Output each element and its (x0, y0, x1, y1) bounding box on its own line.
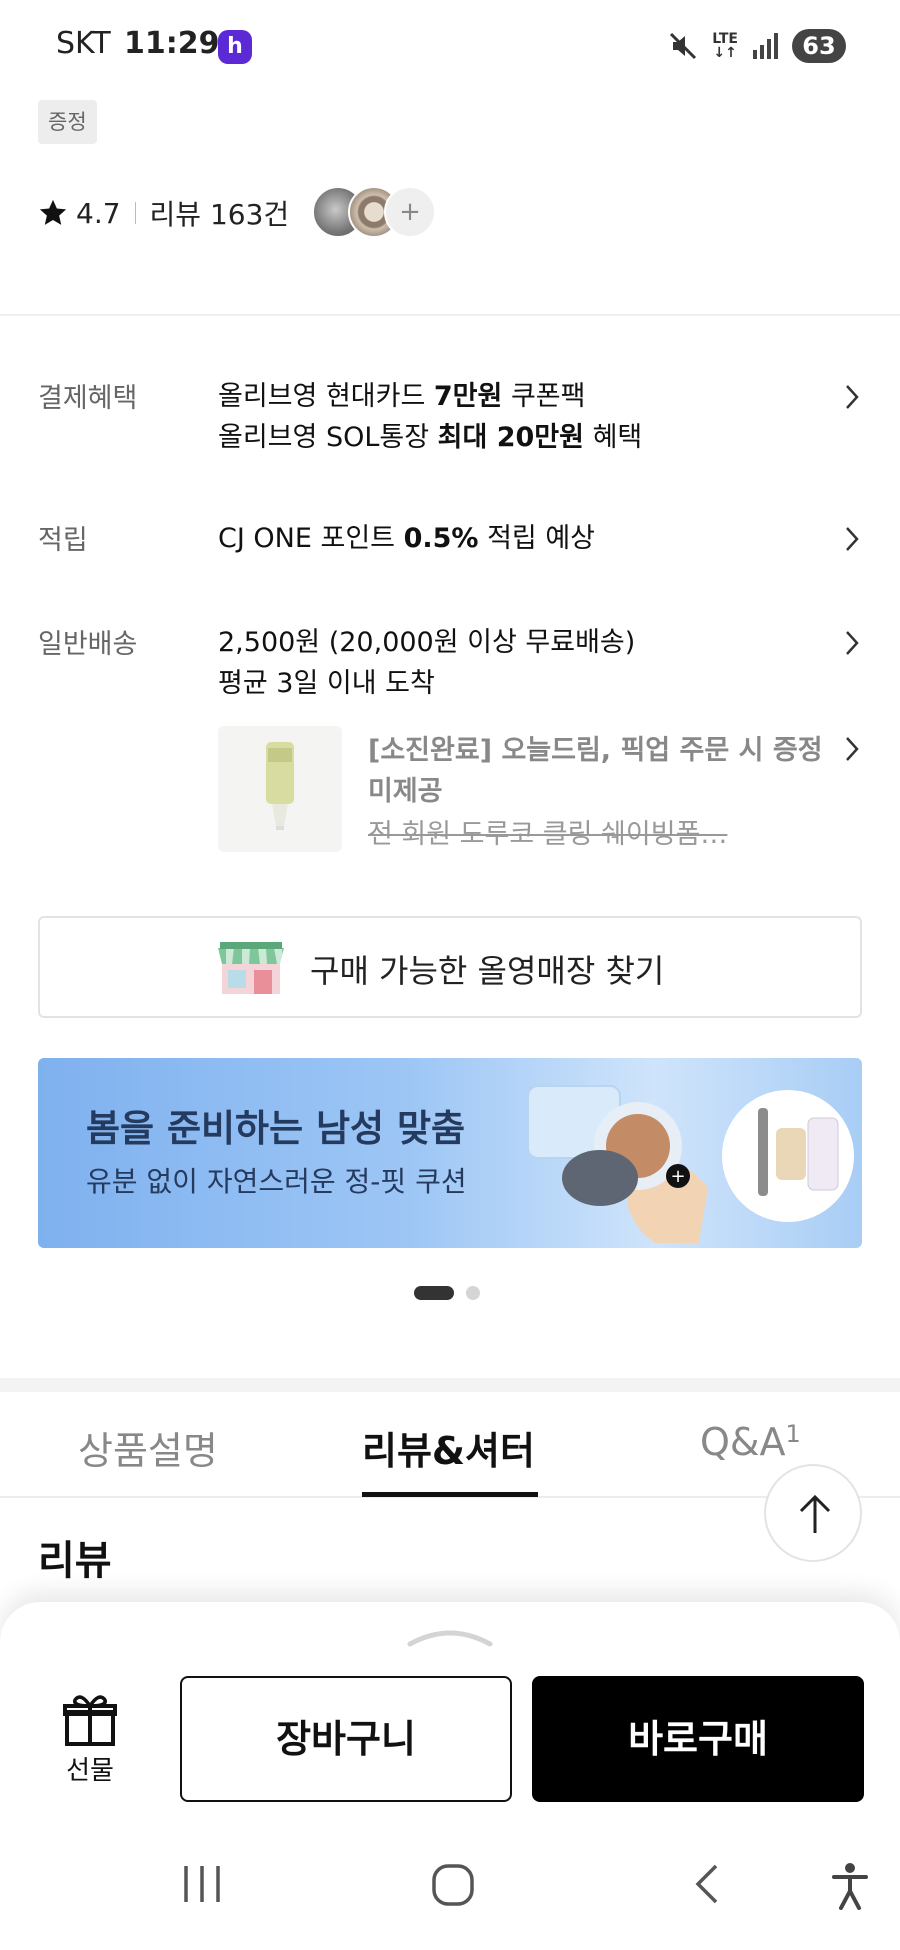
accessibility-icon[interactable] (830, 1862, 870, 1910)
carrier-label: SKT (56, 26, 111, 61)
store-icon (218, 942, 284, 994)
points-value: CJ ONE 포인트 0.5% 적립 예상 (218, 523, 596, 554)
promo-subtitle: 전 회원 도루코 클링 쉐이빙폼… (368, 819, 728, 850)
scroll-to-top-button[interactable] (764, 1464, 862, 1562)
system-nav-bar (0, 1840, 900, 1950)
buy-now-button[interactable]: 바로구매 (532, 1676, 864, 1802)
banner-title: 봄을 준비하는 남성 맞춤 (86, 1107, 466, 1150)
tab-reviews[interactable]: 리뷰&셔터 (362, 1420, 535, 1475)
home-icon[interactable] (430, 1862, 476, 1908)
rating-separator (134, 202, 136, 224)
clock: 11:29 (124, 26, 220, 61)
back-icon[interactable] (690, 1862, 724, 1906)
gift-button[interactable]: 선물 (58, 1692, 122, 1792)
app-notification-icon: h (218, 30, 252, 64)
signal-icon (753, 33, 778, 59)
points-row[interactable]: 적립 CJ ONE 포인트 0.5% 적립 예상 (38, 518, 862, 562)
rating-score: 4.7 (76, 196, 121, 230)
more-photos-button[interactable]: + (384, 186, 436, 238)
star-icon (39, 199, 67, 225)
review-section-heading: 리뷰 (38, 1538, 112, 1584)
status-icons: LTE ↓↑ 63 (668, 28, 846, 64)
gift-label: 선물 (66, 1756, 114, 1786)
banner-subtitle: 유분 없이 자연스러운 정-핏 쿠션 (86, 1165, 467, 1198)
qa-count: 1 (785, 1420, 801, 1448)
section-divider (0, 314, 900, 316)
review-photo-thumbnails[interactable]: + (312, 186, 436, 238)
add-to-cart-button[interactable]: 장바구니 (180, 1676, 512, 1802)
mute-icon (670, 32, 697, 60)
points-label: 적립 (38, 525, 88, 556)
pagination-dot (466, 1286, 480, 1300)
battery-indicator: 63 (792, 29, 846, 63)
banner-product-image: + (527, 1085, 854, 1243)
banner-pagination (414, 1286, 480, 1300)
rating-summary[interactable]: 4.7 리뷰 163건 (38, 188, 289, 238)
tab-qa[interactable]: Q&A1 (700, 1420, 801, 1464)
chevron-right-icon (846, 737, 859, 761)
promo-title: [소진완료] 오늘드림, 픽업 주문 시 증정 미제공 (368, 735, 823, 807)
find-store-label: 구매 가능한 올영매장 찾기 (310, 952, 665, 990)
section-gap (0, 1378, 900, 1392)
arrow-up-icon (799, 1494, 831, 1533)
tab-product-description[interactable]: 상품설명 (78, 1420, 218, 1475)
gift-promo-item[interactable]: [소진완료] 오늘드림, 픽업 주문 시 증정 미제공 전 회원 도루코 클링 … (218, 726, 862, 852)
status-bar: SKT 11:29 h LTE ↓↑ 63 (0, 0, 900, 92)
product-tabs: 상품설명 리뷰&셔터 Q&A1 (0, 1392, 900, 1498)
shipping-row[interactable]: 일반배송 2,500원 (20,000원 이상 무료배송) 평균 3일 이내 도… (38, 622, 862, 706)
payment-benefit-row[interactable]: 결제혜택 올리브영 현대카드 7만원 쿠폰팩 올리브영 SOL통장 최대 20만… (38, 376, 862, 460)
svg-text:+: + (670, 1166, 685, 1187)
review-count: 리뷰 163건 (149, 198, 290, 231)
chevron-right-icon (846, 631, 859, 655)
active-tab-indicator (362, 1492, 538, 1497)
promo-banner[interactable]: 봄을 준비하는 남성 맞춤 유분 없이 자연스러운 정-핏 쿠션 + (38, 1058, 862, 1248)
shipping-value: 2,500원 (20,000원 이상 무료배송) 평균 3일 이내 도착 (218, 627, 636, 699)
sheet-expand-handle[interactable] (406, 1628, 494, 1648)
lte-icon: LTE ↓↑ (712, 31, 738, 61)
payment-benefit-label: 결제혜택 (38, 383, 138, 414)
find-store-button[interactable]: 구매 가능한 올영매장 찾기 (38, 916, 862, 1018)
payment-benefit-value: 올리브영 현대카드 7만원 쿠폰팩 올리브영 SOL통장 최대 20만원 혜택 (218, 381, 643, 453)
gift-tag: 증정 (38, 100, 97, 144)
shipping-label: 일반배송 (38, 629, 138, 660)
chevron-right-icon (846, 385, 859, 409)
recents-icon[interactable] (180, 1862, 224, 1906)
gift-icon (63, 1695, 117, 1746)
pagination-dot-active (414, 1286, 454, 1300)
promo-product-image (218, 726, 342, 852)
chevron-right-icon (846, 527, 859, 551)
